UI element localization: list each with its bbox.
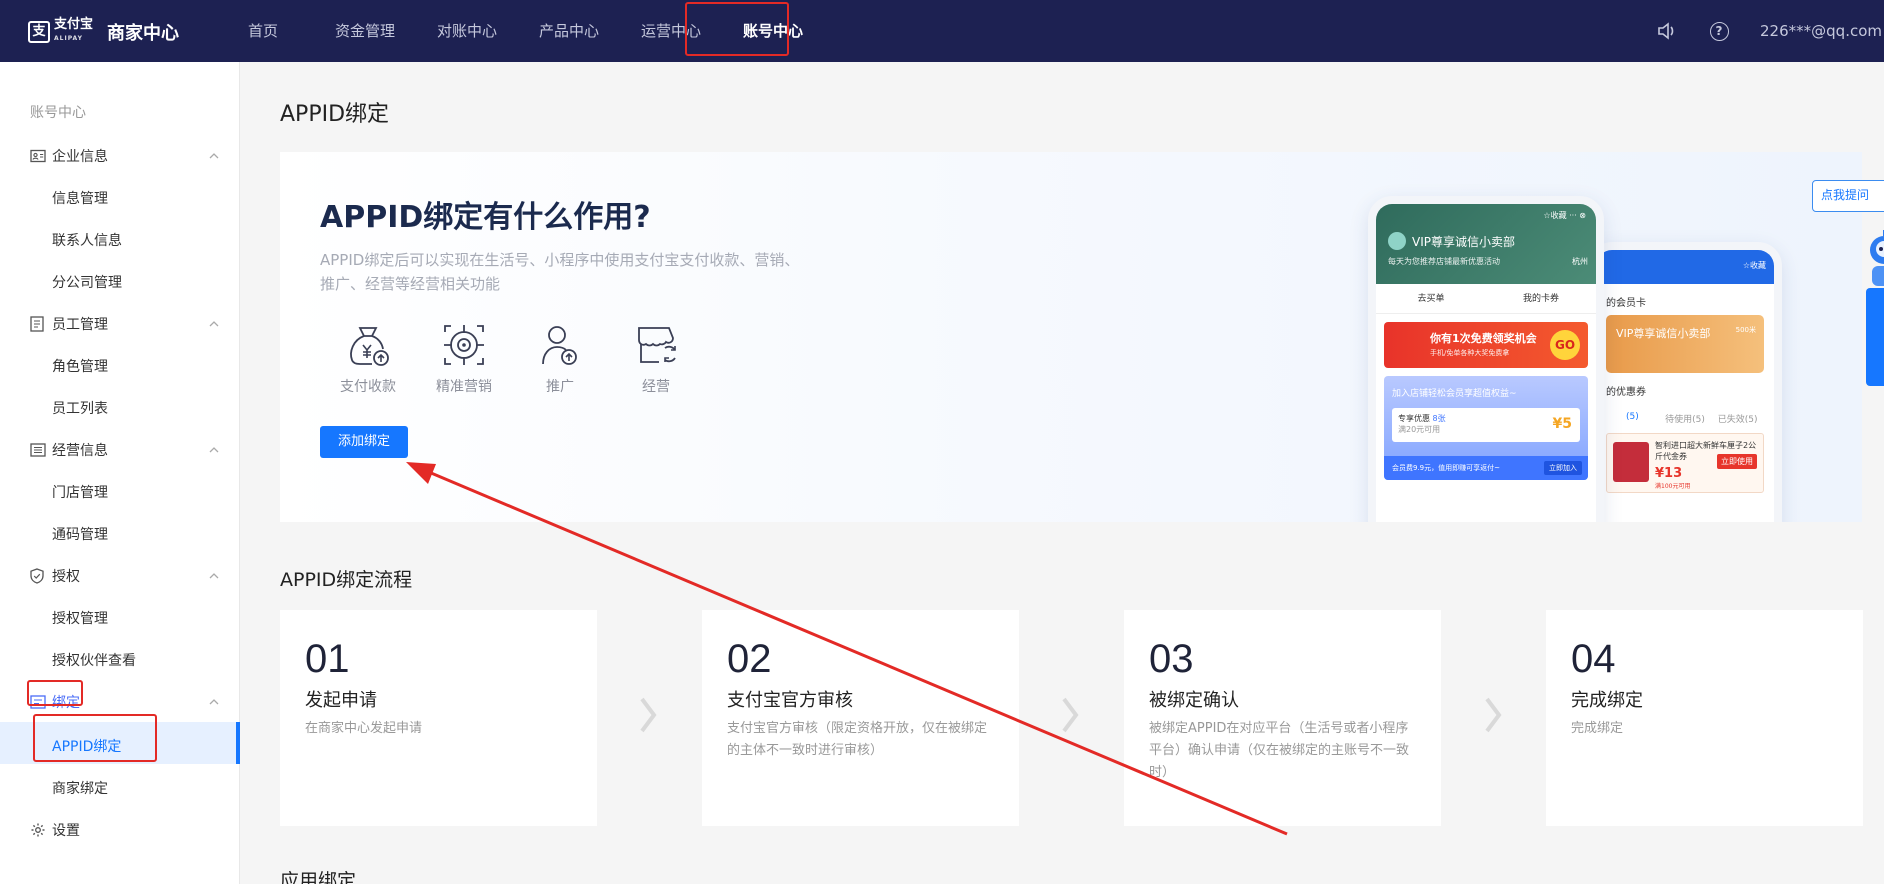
document-icon	[30, 316, 46, 332]
store-city: 杭州	[1572, 257, 1588, 266]
sidebar-group-label: 设置	[52, 823, 80, 839]
coupon-tabs: (5) 待使用(5) 已失效(5)	[1625, 412, 1758, 425]
feature-list: 支付收款 精准营销 推广 经营	[320, 322, 704, 396]
logo-name: 支付宝	[54, 17, 94, 32]
help-bubble[interactable]: 点我提问	[1812, 180, 1884, 212]
target-icon	[444, 325, 484, 365]
app-binding-section-title: 应用绑定	[280, 870, 357, 884]
sidebar-group-label: 授权	[52, 569, 80, 585]
feature-payment: 支付收款	[320, 322, 416, 396]
sidebar-group-business-info[interactable]: 经营信息	[30, 438, 222, 462]
member-card: VIP尊享诚信小卖部 500米	[1606, 315, 1764, 373]
shield-icon	[30, 568, 46, 584]
sidebar-group-settings[interactable]: 设置	[30, 818, 222, 842]
sidebar: 账号中心 企业信息 信息管理 联系人信息 分公司管理 员工管理 角色管理 员工列…	[0, 62, 240, 884]
sidebar-group-label: 经营信息	[52, 443, 108, 459]
sidebar-title: 账号中心	[30, 105, 86, 121]
collect-label: ☆收藏	[1742, 261, 1766, 270]
sidebar-item-staff-list[interactable]: 员工列表	[52, 398, 108, 418]
binding-icon	[30, 694, 46, 710]
store-icon	[638, 327, 676, 363]
assistant-robot-icon[interactable]	[1860, 228, 1884, 288]
chevron-up-icon	[209, 573, 219, 579]
collect-label: ☆收藏 ··· ⊗	[1543, 211, 1586, 220]
banner-title: APPID绑定有什么作用?	[320, 200, 651, 235]
banner-description: APPID绑定后可以实现在生活号、小程序中使用支付宝支付收款、营销、推广、经营等…	[320, 251, 800, 293]
nav-account-center[interactable]: 账号中心	[722, 0, 824, 62]
process-step-4: 04 完成绑定 完成绑定	[1546, 610, 1863, 826]
chevron-right-icon	[1062, 697, 1079, 733]
chevron-right-icon	[640, 697, 657, 733]
sidebar-item-auth-partners[interactable]: 授权伙伴查看	[52, 650, 136, 670]
main-nav: 首页 资金管理 对账中心 产品中心 运营中心 账号中心	[212, 0, 824, 62]
coupon-item: 智利进口超大新鲜车厘子2公斤代金券 ¥13 满100元可用 立即使用	[1606, 433, 1764, 493]
app-title: 商家中心	[107, 23, 180, 44]
sidebar-item-branch-management[interactable]: 分公司管理	[52, 272, 122, 292]
nav-funds[interactable]: 资金管理	[314, 0, 416, 62]
coupon-heading: 的优惠券	[1606, 387, 1646, 398]
sidebar-item-role-management[interactable]: 角色管理	[52, 356, 108, 376]
chevron-up-icon	[209, 447, 219, 453]
page-title: APPID绑定	[280, 102, 390, 127]
list-icon	[30, 442, 46, 458]
process-section-title: APPID绑定流程	[280, 569, 413, 591]
feature-operation: 经营	[608, 322, 704, 396]
sidebar-group-label: 员工管理	[52, 317, 108, 333]
phone-mockup-membership: ☆收藏 的会员卡 VIP尊享诚信小卖部 500米 的优惠券 (5) 待使用(5)…	[1588, 242, 1782, 522]
id-card-icon	[30, 148, 46, 164]
logo-sub: ALIPAY	[54, 35, 83, 42]
sidebar-group-label: 企业信息	[52, 149, 108, 165]
alipay-logo[interactable]: 支 支付宝 ALIPAY 商家中心	[28, 18, 179, 46]
chevron-up-icon	[209, 153, 219, 159]
store-avatar	[1388, 232, 1406, 250]
nav-operations[interactable]: 运营中心	[620, 0, 722, 62]
feature-label: 经营	[642, 379, 670, 395]
feature-marketing: 精准营销	[416, 322, 512, 396]
sidebar-item-contact-info[interactable]: 联系人信息	[52, 230, 122, 250]
sidebar-group-label: 绑定	[52, 695, 80, 711]
store-subtitle: 每天为您推荐店铺最新优惠活动	[1388, 257, 1500, 266]
nav-reconciliation[interactable]: 对账中心	[416, 0, 518, 62]
feature-label: 推广	[546, 379, 574, 395]
chevron-right-icon	[1485, 697, 1502, 733]
process-step-1: 01 发起申请 在商家中心发起申请	[280, 610, 597, 826]
money-bag-icon	[350, 327, 389, 366]
chevron-up-icon	[209, 699, 219, 705]
nav-products[interactable]: 产品中心	[518, 0, 620, 62]
process-step-3: 03 被绑定确认 被绑定APPID在对应平台（生活号或者小程序平台）确认申请（仅…	[1124, 610, 1441, 826]
sidebar-item-auth-management[interactable]: 授权管理	[52, 608, 108, 628]
sidebar-item-store-management[interactable]: 门店管理	[52, 482, 108, 502]
sidebar-group-enterprise-info[interactable]: 企业信息	[30, 144, 222, 168]
chevron-up-icon	[209, 321, 219, 327]
intro-banner: APPID绑定有什么作用? APPID绑定后可以实现在生活号、小程序中使用支付宝…	[280, 152, 1862, 522]
feature-label: 支付收款	[340, 379, 396, 395]
membership-offer-card: 加入店铺轻松会员享超值权益~ 专享优惠 8张 满20元可用 ¥5 会员费9.9元…	[1384, 376, 1588, 480]
help-icon[interactable]: ?	[1708, 20, 1730, 42]
top-navbar: 支 支付宝 ALIPAY 商家中心 首页 资金管理 对账中心 产品中心 运营中心…	[0, 0, 1884, 62]
feature-promotion: 推广	[512, 322, 608, 396]
store-name: VIP尊享诚信小卖部	[1412, 234, 1515, 249]
sidebar-item-code-management[interactable]: 通码管理	[52, 524, 108, 544]
gear-icon	[30, 822, 46, 838]
sidebar-group-binding[interactable]: 绑定	[30, 690, 222, 714]
user-promote-icon	[542, 326, 577, 365]
lottery-banner: 你有1次免费领奖机会 手机/免单各种大奖免费拿 GO	[1384, 322, 1588, 368]
feature-label: 精准营销	[436, 379, 492, 395]
sidebar-group-staff-management[interactable]: 员工管理	[30, 312, 222, 336]
side-toolbar[interactable]	[1866, 288, 1884, 386]
phone-mockup-store: ☆收藏 ··· ⊗ VIP尊享诚信小卖部 每天为您推荐店铺最新优惠活动 杭州 去…	[1368, 196, 1604, 522]
speaker-icon[interactable]	[1656, 20, 1678, 42]
sidebar-item-merchant-binding[interactable]: 商家绑定	[52, 778, 108, 798]
cherry-image	[1613, 442, 1649, 482]
process-step-2: 02 支付宝官方审核 支付宝官方审核（限定资格开放，仅在被绑定的主体不一致时进行…	[702, 610, 1019, 826]
sidebar-item-appid-binding[interactable]: APPID绑定	[52, 736, 121, 756]
member-card-heading: 的会员卡	[1606, 298, 1646, 309]
sidebar-group-authorization[interactable]: 授权	[30, 564, 222, 588]
nav-home[interactable]: 首页	[212, 0, 314, 62]
store-tabs: 去买单 我的卡券	[1376, 284, 1596, 314]
alipay-logo-icon: 支	[28, 21, 50, 43]
sidebar-item-info-management[interactable]: 信息管理	[52, 188, 108, 208]
user-account[interactable]: 226***@qq.com	[1760, 22, 1882, 40]
add-binding-button[interactable]: 添加绑定	[320, 426, 408, 458]
